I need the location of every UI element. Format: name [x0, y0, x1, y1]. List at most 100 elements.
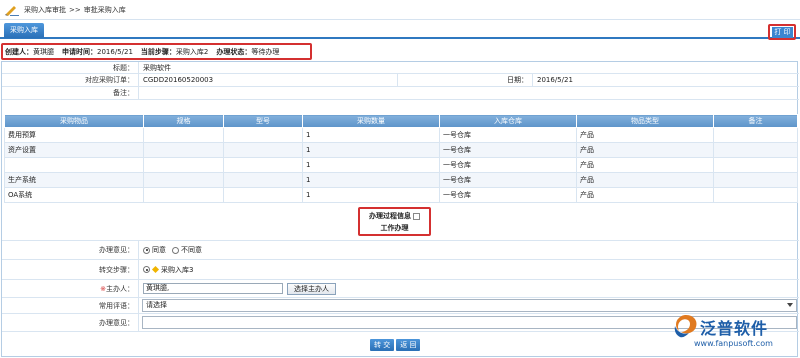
process-info-label: 办理过程信息	[369, 212, 411, 220]
transfer-label: 转交步骤：	[2, 260, 139, 279]
cell-qty: 1	[302, 142, 440, 158]
transfer-step-radio[interactable]	[143, 266, 150, 273]
common-comment-row: 常用评语： 请选择	[2, 298, 799, 314]
cell-remark	[713, 157, 798, 173]
transfer-step-option[interactable]: 采购入库3	[143, 265, 193, 275]
cell-spec	[143, 127, 224, 143]
title-label: 标题：	[2, 62, 139, 73]
agree-label: 同意	[152, 246, 166, 254]
title-value: 采购软件	[143, 63, 171, 72]
step-diamond-icon	[151, 265, 160, 274]
breadcrumb-separator: >>	[69, 5, 81, 14]
date-label: 日期：	[398, 74, 533, 86]
cell-warehouse: 一号仓库	[439, 187, 577, 203]
cell-item: 资产设置	[4, 142, 144, 158]
col-type: 物品类型	[576, 114, 714, 128]
cell-remark	[713, 187, 798, 203]
host-label: 主办人：	[106, 284, 134, 293]
table-row: OA系统 1 一号仓库 产品	[4, 187, 798, 203]
host-field: 黄琪臆, 选择主办人	[139, 280, 336, 297]
col-model: 型号	[223, 114, 303, 128]
order-value: CGDD20160520003	[139, 74, 398, 86]
cell-warehouse: 一号仓库	[439, 127, 577, 143]
cell-warehouse: 一号仓库	[439, 142, 577, 158]
cell-type: 产品	[576, 142, 714, 158]
disagree-label: 不同意	[181, 246, 202, 254]
transfer-options: 采购入库3	[139, 260, 199, 279]
current-step-value: 采购入库2	[175, 47, 209, 56]
apply-time-label: 申请时间：	[62, 47, 97, 56]
table-row: 资产设置 1 一号仓库 产品	[4, 142, 798, 158]
cell-model	[223, 187, 303, 203]
current-step-label: 当前步骤：	[140, 47, 176, 56]
opinion-row: 办理意见： 同意 不同意	[2, 240, 799, 260]
col-remark: 备注	[713, 114, 798, 128]
print-highlight: 打 印	[768, 24, 796, 40]
date-value: 2016/5/21	[537, 76, 573, 84]
opinion-text-label: 办理意见：	[2, 314, 139, 331]
chevron-down-icon	[787, 303, 793, 307]
transfer-step-label: 采购入库3	[161, 265, 194, 274]
cell-type: 产品	[576, 127, 714, 143]
cell-warehouse: 一号仓库	[439, 172, 577, 188]
common-comment-value: 请选择	[146, 301, 167, 309]
work-handle-label: 工作办理	[380, 224, 409, 232]
cell-type: 产品	[576, 172, 714, 188]
submit-button[interactable]: 转 交	[370, 339, 395, 351]
select-host-button[interactable]: 选择主办人	[287, 282, 336, 295]
cell-qty: 1	[302, 157, 440, 173]
info-bar: 创建人： 黄琪臆 申请时间： 2016/5/21 当前步骤： 采购入库2 办理状…	[1, 43, 312, 60]
brand-logo: 泛普软件 www.fanpusoft.com	[672, 313, 798, 356]
host-label-cell: ※ 主办人：	[2, 280, 139, 297]
transfer-row: 转交步骤： 采购入库3	[2, 260, 799, 280]
host-input[interactable]: 黄琪臆,	[143, 283, 283, 294]
bottom-actions: 转 交 返 回	[370, 339, 421, 351]
remark-value	[139, 87, 143, 99]
disagree-radio[interactable]	[172, 246, 179, 254]
col-item: 采购物品	[4, 114, 144, 128]
cell-model	[223, 127, 303, 143]
cell-spec	[143, 172, 224, 188]
process-info-checkbox[interactable]	[413, 212, 420, 220]
cell-remark	[713, 172, 798, 188]
common-comment-label: 常用评语：	[2, 298, 139, 313]
cell-model	[223, 172, 303, 188]
print-button[interactable]: 打 印	[772, 27, 793, 38]
cell-warehouse: 一号仓库	[439, 157, 577, 173]
cell-type: 产品	[576, 157, 714, 173]
pencil-icon	[5, 5, 19, 16]
creator-value: 黄琪臆	[33, 47, 54, 56]
cell-remark	[713, 142, 798, 158]
cell-item: 生产系统	[4, 172, 144, 188]
creator-label: 创建人：	[5, 47, 33, 56]
cell-item: OA系统	[4, 187, 144, 203]
disagree-option[interactable]: 不同意	[172, 245, 202, 255]
cell-item	[4, 157, 144, 173]
cell-model	[223, 142, 303, 158]
host-row: ※ 主办人： 黄琪臆, 选择主办人	[2, 280, 799, 298]
tab-bar: 采购入库	[0, 21, 800, 39]
cell-remark	[713, 127, 798, 143]
breadcrumb-approval[interactable]: 采购入库审批	[24, 5, 66, 15]
items-header: 采购物品 规格 型号 采购数量 入库仓库 物品类型 备注	[4, 114, 798, 128]
cell-type: 产品	[576, 187, 714, 203]
remark-row: 备注：	[2, 87, 799, 100]
back-button[interactable]: 返 回	[396, 339, 421, 351]
common-comment-select[interactable]: 请选择	[142, 299, 797, 312]
order-label: 对应采购订单：	[2, 74, 139, 86]
process-info-row: 办理过程信息	[360, 210, 429, 222]
handle-state-value: 等待办理	[251, 47, 280, 56]
agree-option[interactable]: 同意	[143, 245, 166, 255]
agree-radio[interactable]	[143, 246, 150, 254]
order-row: 对应采购订单： CGDD20160520003 日期： 2016/5/21	[2, 74, 799, 87]
tab-purchase-inbound[interactable]: 采购入库	[4, 23, 44, 38]
col-warehouse: 入库仓库	[439, 114, 577, 128]
col-qty: 采购数量	[302, 114, 440, 128]
cell-item: 费用预算	[4, 127, 144, 143]
cell-model	[223, 157, 303, 173]
opinion-label: 办理意见：	[2, 241, 139, 259]
col-spec: 规格	[143, 114, 224, 128]
table-row: 费用预算 1 一号仓库 产品	[4, 127, 798, 143]
cell-spec	[143, 187, 224, 203]
cell-qty: 1	[302, 187, 440, 203]
